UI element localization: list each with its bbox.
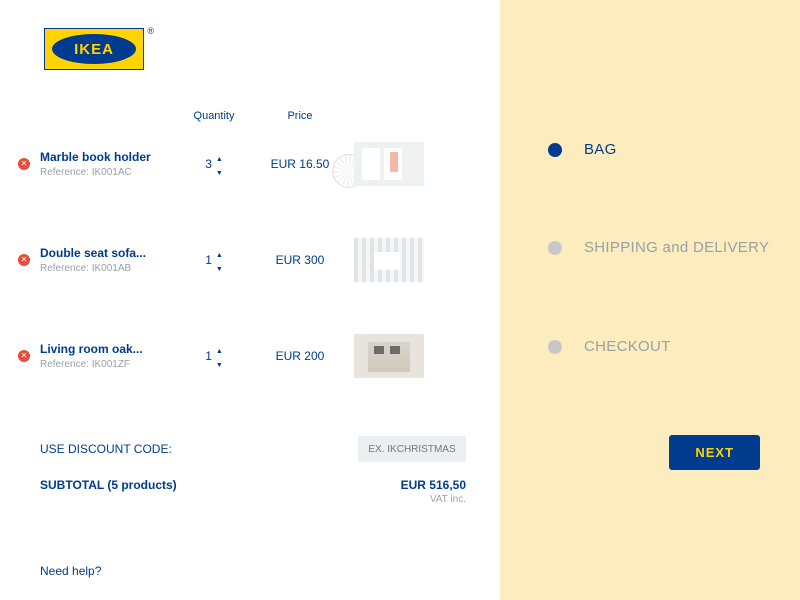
quantity-value: 1 [205, 253, 212, 267]
step-label: SHIPPING and DELIVERY [584, 238, 769, 258]
step-label: BAG [584, 140, 617, 160]
remove-item-button[interactable]: ✕ [18, 350, 30, 362]
cart-item: ✕ Living room oak... Reference: IK001ZF … [18, 330, 470, 382]
item-reference: Reference: IK001AB [40, 263, 176, 274]
discount-code-input[interactable] [358, 436, 466, 462]
quantity-value: 3 [205, 157, 212, 171]
column-headers: Quantity Price [18, 110, 470, 122]
remove-item-button[interactable]: ✕ [18, 158, 30, 170]
step-bag[interactable]: BAG [548, 140, 780, 160]
cart-item: ✕ Double seat sofa... Reference: IK001AB… [18, 234, 470, 286]
step-shipping[interactable]: SHIPPING and DELIVERY [548, 238, 780, 258]
item-thumbnail [354, 238, 424, 282]
next-button[interactable]: NEXT [669, 435, 760, 470]
step-label: CHECKOUT [584, 337, 671, 357]
step-dot-icon [548, 340, 562, 354]
header-price: Price [252, 110, 348, 122]
stepper-handle-icon[interactable]: ▲▼ [216, 342, 223, 370]
step-dot-icon [548, 241, 562, 255]
checkout-steps-panel: BAG SHIPPING and DELIVERY CHECKOUT NEXT [500, 0, 800, 600]
cart-item: ✕ Marble book holder Reference: IK001AC … [18, 138, 470, 190]
subtotal-amount: EUR 516,50 [401, 478, 466, 492]
item-name: Marble book holder [40, 150, 176, 164]
need-help-link[interactable]: Need help? [40, 564, 101, 578]
quantity-stepper[interactable]: 1 ▲▼ [176, 342, 252, 370]
subtotal-label: SUBTOTAL (5 products) [40, 478, 177, 505]
quantity-stepper[interactable]: 1 ▲▼ [176, 246, 252, 274]
item-price: EUR 200 [252, 349, 348, 363]
header-quantity: Quantity [176, 110, 252, 122]
item-name: Living room oak... [40, 342, 176, 356]
logo-text: IKEA [52, 34, 136, 64]
item-reference: Reference: IK001ZF [40, 359, 176, 370]
registered-icon: ® [147, 26, 154, 36]
quantity-value: 1 [205, 349, 212, 363]
ikea-logo: IKEA ® [44, 28, 148, 72]
quantity-stepper[interactable]: 3 ▲▼ [176, 150, 252, 178]
item-reference: Reference: IK001AC [40, 167, 176, 178]
stepper-handle-icon[interactable]: ▲▼ [216, 246, 223, 274]
item-thumbnail [354, 334, 424, 378]
step-dot-icon [548, 143, 562, 157]
cart-main-panel: IKEA ® Quantity Price ✕ Marble book hold… [0, 0, 500, 600]
item-price: EUR 300 [252, 253, 348, 267]
remove-item-button[interactable]: ✕ [18, 254, 30, 266]
item-thumbnail [354, 142, 424, 186]
stepper-handle-icon[interactable]: ▲▼ [216, 150, 223, 178]
discount-label: USE DISCOUNT CODE: [40, 442, 172, 456]
item-name: Double seat sofa... [40, 246, 176, 260]
step-checkout[interactable]: CHECKOUT [548, 337, 780, 357]
vat-note: VAT inc. [401, 494, 466, 505]
